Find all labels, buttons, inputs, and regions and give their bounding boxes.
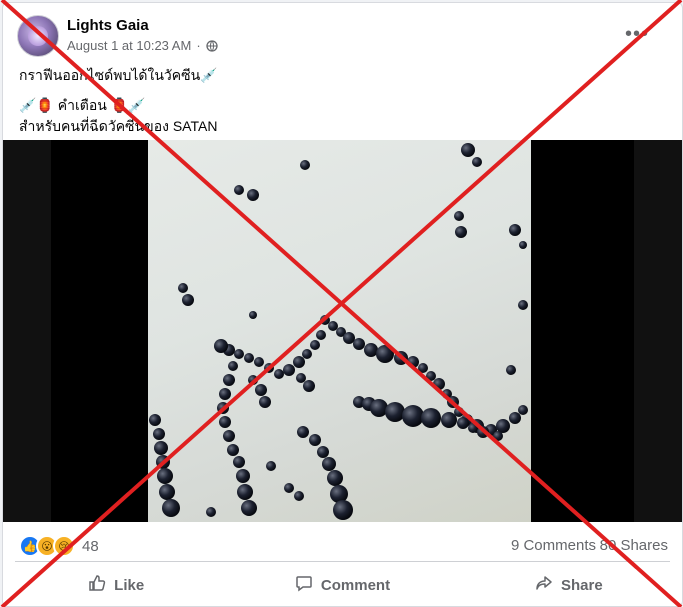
reaction-count: 48	[82, 537, 99, 555]
post-video[interactable]	[3, 140, 682, 522]
share-label: Share	[560, 576, 603, 594]
comment-button[interactable]: Comment	[229, 564, 455, 606]
comments-count[interactable]: 9 Comments	[511, 537, 596, 554]
avatar[interactable]	[17, 15, 59, 57]
post-text-line: สำหรับคนที่ฉีดวัคซีนของ SATAN	[19, 118, 218, 134]
share-button[interactable]: Share	[456, 564, 682, 606]
action-bar: Like Comment Share	[3, 564, 682, 606]
post-card: Lights Gaia August 1 at 10:23 AM · ••• ก…	[2, 2, 683, 607]
globe-icon	[206, 39, 218, 52]
post-header: Lights Gaia August 1 at 10:23 AM · •••	[17, 15, 667, 59]
like-label: Like	[114, 576, 145, 594]
post-meta: August 1 at 10:23 AM ·	[67, 38, 218, 53]
post-text-line: กราฟีนออกไซด์พบได้ในวัคซีน💉	[19, 67, 218, 83]
comment-label: Comment	[320, 576, 391, 594]
like-button[interactable]: Like	[3, 564, 229, 606]
separator-dot: ·	[196, 38, 201, 53]
reactions-summary[interactable]: 👍 😮 😢 48	[19, 535, 99, 557]
post-text: กราฟีนออกไซด์พบได้ในวัคซีน💉 💉🏮 คำเตือน 🏮…	[19, 65, 659, 137]
shares-count[interactable]: 80 Shares	[600, 537, 668, 554]
comment-icon	[295, 574, 313, 596]
post-stats: 👍 😮 😢 48 9 Comments 80 Shares	[3, 523, 682, 563]
share-icon	[535, 574, 553, 596]
author-name[interactable]: Lights Gaia	[67, 17, 149, 34]
timestamp[interactable]: August 1 at 10:23 AM	[67, 38, 191, 53]
more-options-icon[interactable]: •••	[625, 23, 649, 46]
divider	[15, 561, 670, 562]
post-text-line: 💉🏮 คำเตือน 🏮💉	[19, 97, 146, 113]
video-content	[149, 143, 528, 520]
thumbs-up-icon	[88, 574, 106, 596]
sad-icon: 😢	[53, 535, 75, 557]
